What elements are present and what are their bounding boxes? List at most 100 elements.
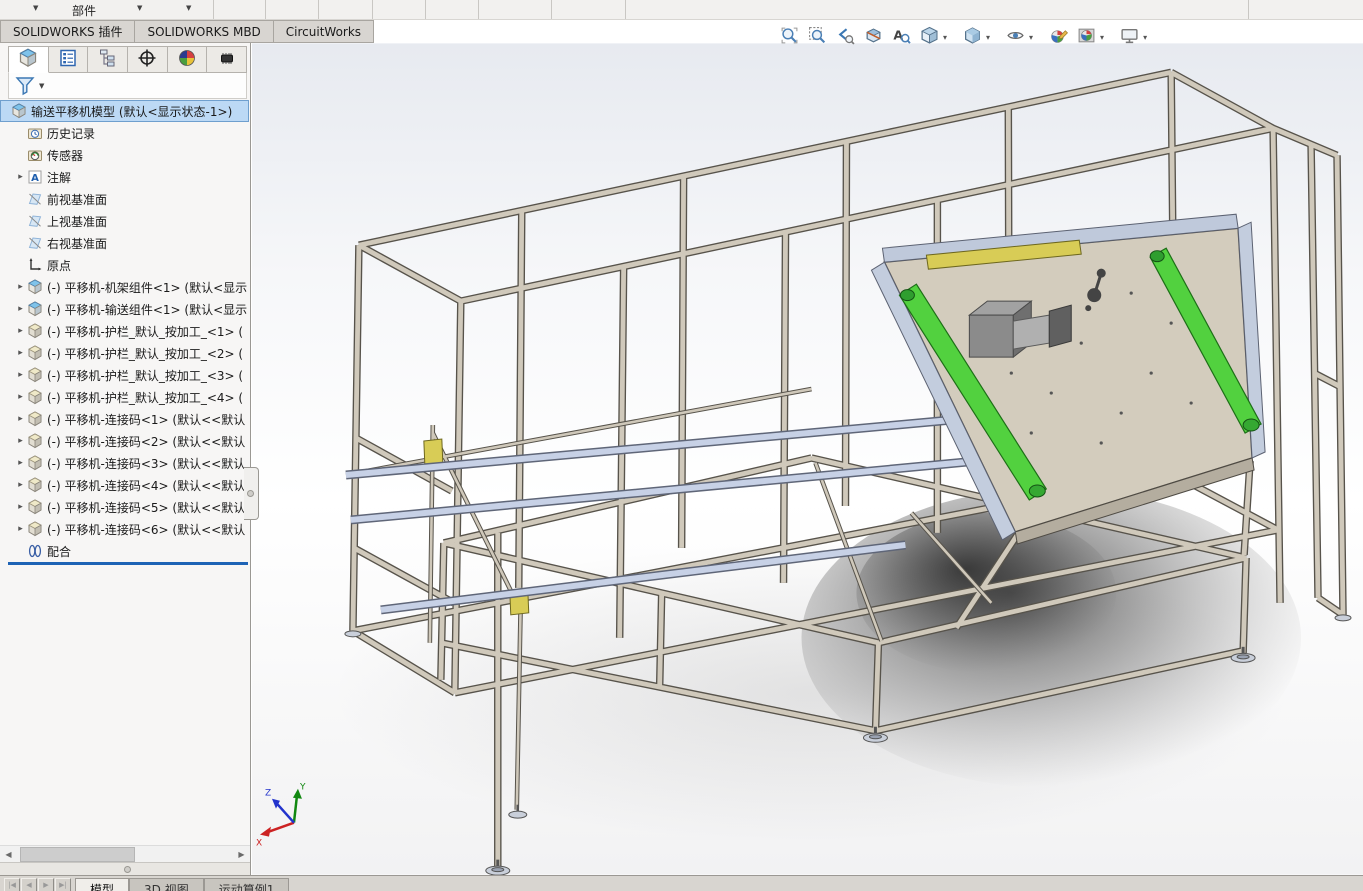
panel-bottom-splitter[interactable] — [0, 862, 250, 875]
tree-item[interactable]: 原点 — [0, 254, 249, 276]
panel-edge-splitter[interactable] — [244, 467, 259, 520]
rollback-bar[interactable] — [8, 562, 248, 565]
graphics-viewport[interactable]: X Y Z — [252, 43, 1363, 875]
tree-item[interactable]: ▸(-) 平移机-护栏_默认_按加工_<2> ( — [0, 342, 249, 364]
first-tab-icon[interactable]: |◀ — [4, 878, 20, 891]
expand-arrow-icon[interactable]: ▸ — [14, 348, 27, 358]
dropdown-caret-icon[interactable]: ▾ — [1143, 33, 1147, 42]
tree-item[interactable]: ▸(-) 平移机-连接码<3> (默认<<默认 — [0, 452, 249, 474]
scrollbar-thumb[interactable] — [20, 847, 135, 862]
expand-arrow-icon[interactable]: ▸ — [14, 370, 27, 380]
origin-icon — [27, 257, 43, 273]
zoom-to-area-icon — [808, 26, 827, 48]
expand-arrow-icon[interactable]: ▸ — [14, 502, 27, 512]
panel-tab-dimxpertmanager[interactable] — [128, 46, 168, 73]
panel-tab-configurationmanager[interactable] — [88, 46, 128, 73]
prev-tab-icon[interactable]: ◀ — [21, 878, 37, 891]
tree-item[interactable]: 上视基准面 — [0, 210, 249, 232]
tree-item[interactable]: 配合 — [0, 540, 249, 562]
feature-tree-filter[interactable]: ▼ — [8, 73, 247, 99]
dropdown-caret-icon[interactable]: ▼ — [137, 4, 142, 12]
tree-item[interactable]: ▸(-) 平移机-连接码<1> (默认<<默认 — [0, 408, 249, 430]
tree-item-label: (-) 平移机-护栏_默认_按加工_<4> ( — [47, 389, 243, 406]
tree-item[interactable]: 传感器 — [0, 144, 249, 166]
tab-solidworks-mbd[interactable]: SOLIDWORKS MBD — [135, 20, 273, 43]
tab-solidworks-addins[interactable]: SOLIDWORKS 插件 — [0, 20, 135, 43]
panel-horizontal-scrollbar[interactable]: ◀ ▶ — [0, 845, 250, 862]
component-toolbar-label[interactable]: 部件 — [72, 2, 96, 19]
zoom-to-fit-button[interactable] — [776, 25, 802, 49]
view-settings-icon — [1120, 26, 1139, 48]
next-tab-icon[interactable]: ▶ — [38, 878, 54, 891]
tree-item[interactable]: ▸ (-) 平移机-机架组件<1> (默认<显示 — [0, 276, 249, 298]
toolbar-separator — [372, 0, 373, 19]
tree-item-label: 原点 — [47, 257, 71, 274]
plane-icon — [27, 235, 43, 251]
expand-arrow-icon[interactable]: ▸ — [14, 436, 27, 446]
dropdown-caret-icon[interactable]: ▾ — [943, 33, 947, 42]
panel-tab-cam[interactable] — [207, 46, 247, 73]
svg-text:A: A — [31, 173, 39, 184]
expand-arrow-icon[interactable]: ▸ — [14, 304, 27, 314]
tree-item[interactable]: 前视基准面 — [0, 188, 249, 210]
part-icon — [27, 499, 43, 515]
dropdown-caret-icon[interactable]: ▾ — [1029, 33, 1033, 42]
tree-item-label: 配合 — [47, 543, 71, 560]
tree-item[interactable]: ▸(-) 平移机-连接码<4> (默认<<默认 — [0, 474, 249, 496]
expand-arrow-icon[interactable]: ▸ — [14, 282, 27, 292]
dropdown-caret-icon[interactable]: ▼ — [186, 4, 191, 12]
section-view-button[interactable] — [860, 25, 886, 49]
previous-view-button[interactable] — [832, 25, 858, 49]
panel-tab-propertymanager[interactable] — [49, 46, 89, 73]
tree-item[interactable]: ▸(-) 平移机-连接码<6> (默认<<默认 — [0, 518, 249, 540]
expand-arrow-icon[interactable]: ▸ — [14, 524, 27, 534]
tab-model[interactable]: 模型 — [75, 878, 129, 891]
panel-tab-displaymanager[interactable] — [168, 46, 208, 73]
display-style-button[interactable] — [959, 25, 985, 49]
last-tab-icon[interactable]: ▶| — [55, 878, 71, 891]
view-orientation-button[interactable] — [916, 25, 942, 49]
part-icon — [27, 521, 43, 537]
tab-3d-views[interactable]: 3D 视图 — [129, 878, 204, 891]
splitter-grip[interactable] — [124, 866, 131, 873]
expand-arrow-icon[interactable]: ▸ — [14, 458, 27, 468]
tree-item[interactable]: 右视基准面 — [0, 232, 249, 254]
dropdown-caret-icon[interactable]: ▼ — [39, 82, 44, 90]
expand-arrow-icon[interactable]: ▸ — [14, 172, 27, 182]
tree-item[interactable]: ▸(-) 平移机-护栏_默认_按加工_<3> ( — [0, 364, 249, 386]
dropdown-caret-icon[interactable]: ▾ — [986, 33, 990, 42]
triad-x-label: X — [256, 839, 262, 849]
expand-arrow-icon[interactable]: ▸ — [14, 392, 27, 402]
dropdown-caret-icon[interactable]: ▼ — [33, 4, 38, 12]
dynamic-annotation-views-button[interactable]: A — [888, 25, 914, 49]
edit-appearance-button[interactable] — [1045, 25, 1071, 49]
apply-scene-icon — [1077, 26, 1096, 48]
tree-item-label: (-) 平移机-输送组件<1> (默认<显示 — [47, 301, 247, 318]
tree-item[interactable]: ▸(-) 平移机-连接码<5> (默认<<默认 — [0, 496, 249, 518]
tree-item[interactable]: 历史记录 — [0, 122, 249, 144]
dropdown-caret-icon[interactable]: ▾ — [1100, 33, 1104, 42]
expand-arrow-icon[interactable]: ▸ — [14, 480, 27, 490]
triad-z-label: Z — [265, 789, 271, 799]
tree-item[interactable]: ▸A注解 — [0, 166, 249, 188]
expand-arrow-icon[interactable]: ▸ — [14, 326, 27, 336]
tree-item[interactable]: 输送平移机模型 (默认<显示状态-1>) — [0, 100, 249, 122]
tab-circuitworks[interactable]: CircuitWorks — [274, 20, 374, 43]
hide-show-items-button[interactable] — [1002, 25, 1028, 49]
panel-tab-featuremanager[interactable] — [8, 46, 49, 73]
tree-item[interactable]: ▸ (-) 平移机-输送组件<1> (默认<显示 — [0, 298, 249, 320]
scroll-left-icon[interactable]: ◀ — [0, 846, 17, 863]
tree-item[interactable]: ▸(-) 平移机-连接码<2> (默认<<默认 — [0, 430, 249, 452]
splitter-grip[interactable] — [247, 490, 254, 497]
tree-item-label: (-) 平移机-机架组件<1> (默认<显示 — [47, 279, 247, 296]
tree-item[interactable]: ▸ (-) 平移机-护栏_默认_按加工_<4> ( — [0, 386, 249, 408]
zoom-to-area-button[interactable] — [804, 25, 830, 49]
part-icon — [27, 323, 43, 339]
apply-scene-button[interactable] — [1073, 25, 1099, 49]
tab-motion-study-1[interactable]: 运动算例1 — [204, 878, 290, 891]
tree-item[interactable]: ▸(-) 平移机-护栏_默认_按加工_<1> ( — [0, 320, 249, 342]
scroll-right-icon[interactable]: ▶ — [233, 846, 250, 863]
part-icon — [27, 433, 43, 449]
view-settings-button[interactable] — [1116, 25, 1142, 49]
expand-arrow-icon[interactable]: ▸ — [14, 414, 27, 424]
